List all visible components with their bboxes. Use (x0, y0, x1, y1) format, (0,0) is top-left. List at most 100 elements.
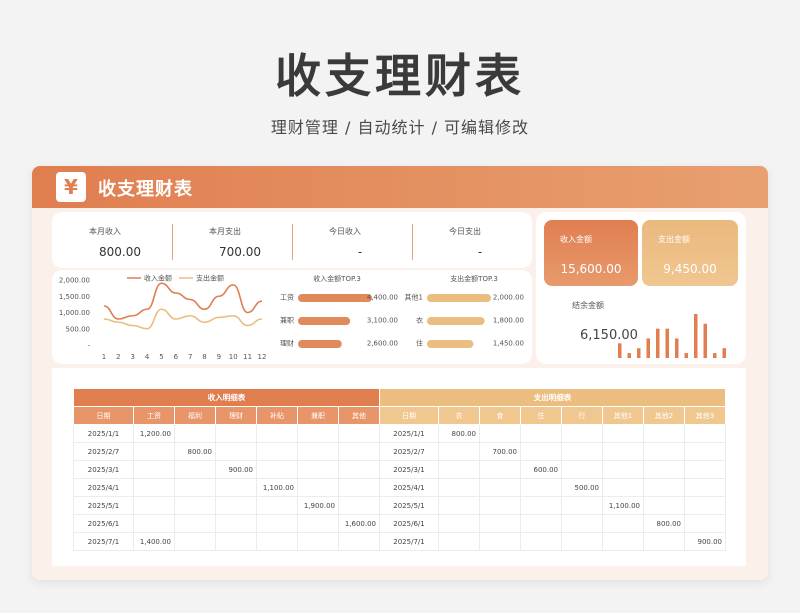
table-cell[interactable]: 2025/1/1 (379, 424, 439, 443)
table-cell[interactable]: 2025/6/1 (73, 514, 134, 533)
table-cell[interactable] (643, 442, 685, 461)
table-cell[interactable] (602, 460, 644, 479)
table-cell[interactable]: 1,200.00 (133, 424, 175, 443)
table-cell[interactable] (602, 442, 644, 461)
table-cell[interactable] (338, 460, 380, 479)
table-cell[interactable]: 600.00 (520, 460, 562, 479)
table-cell[interactable] (297, 514, 339, 533)
table-cell[interactable] (215, 532, 257, 551)
table-cell[interactable] (684, 460, 726, 479)
table-cell[interactable]: 2025/1/1 (73, 424, 134, 443)
table-cell[interactable] (602, 514, 644, 533)
table-cell[interactable] (133, 460, 175, 479)
table-cell[interactable] (684, 496, 726, 515)
table-cell[interactable]: 2025/2/7 (379, 442, 439, 461)
table-cell[interactable] (520, 478, 562, 497)
table-cell[interactable] (438, 478, 480, 497)
table-cell[interactable]: 900.00 (215, 460, 257, 479)
table-cell[interactable] (297, 460, 339, 479)
table-cell[interactable] (643, 496, 685, 515)
table-cell[interactable]: 1,600.00 (338, 514, 380, 533)
table-cell[interactable]: 1,900.00 (297, 496, 339, 515)
table-cell[interactable] (520, 532, 562, 551)
table-cell[interactable] (133, 442, 175, 461)
table-cell[interactable]: 1,100.00 (602, 496, 644, 515)
table-cell[interactable]: 1,100.00 (256, 478, 298, 497)
table-cell[interactable] (338, 442, 380, 461)
table-cell[interactable] (174, 460, 216, 479)
table-cell[interactable] (174, 424, 216, 443)
table-cell[interactable] (684, 514, 726, 533)
table-cell[interactable] (684, 442, 726, 461)
table-cell[interactable] (256, 514, 298, 533)
table-cell[interactable]: 500.00 (561, 478, 603, 497)
table-cell[interactable] (561, 514, 603, 533)
table-cell[interactable] (133, 514, 175, 533)
table-cell[interactable] (479, 496, 521, 515)
table-cell[interactable]: 2025/5/1 (73, 496, 134, 515)
table-cell[interactable] (174, 514, 216, 533)
table-cell[interactable] (561, 424, 603, 443)
table-cell[interactable] (256, 424, 298, 443)
table-cell[interactable] (684, 424, 726, 443)
table-cell[interactable] (438, 442, 480, 461)
table-cell[interactable] (297, 532, 339, 551)
table-cell[interactable] (256, 442, 298, 461)
table-cell[interactable] (561, 532, 603, 551)
table-cell[interactable]: 2025/7/1 (379, 532, 439, 551)
table-cell[interactable]: 2025/5/1 (379, 496, 439, 515)
table-cell[interactable] (643, 532, 685, 551)
table-cell[interactable]: 800.00 (438, 424, 480, 443)
table-cell[interactable]: 2025/7/1 (73, 532, 134, 551)
table-cell[interactable] (215, 496, 257, 515)
table-cell[interactable] (297, 424, 339, 443)
table-cell[interactable] (520, 496, 562, 515)
table-cell[interactable] (133, 478, 175, 497)
table-cell[interactable] (479, 424, 521, 443)
table-cell[interactable]: 800.00 (174, 442, 216, 461)
table-cell[interactable] (684, 478, 726, 497)
table-cell[interactable] (174, 496, 216, 515)
table-cell[interactable]: 2025/3/1 (379, 460, 439, 479)
table-cell[interactable] (438, 460, 480, 479)
table-cell[interactable] (561, 496, 603, 515)
table-cell[interactable] (438, 514, 480, 533)
table-cell[interactable]: 900.00 (684, 532, 726, 551)
table-cell[interactable] (643, 478, 685, 497)
table-cell[interactable] (174, 478, 216, 497)
table-cell[interactable]: 700.00 (479, 442, 521, 461)
table-cell[interactable] (338, 496, 380, 515)
table-cell[interactable] (643, 424, 685, 443)
table-cell[interactable] (256, 460, 298, 479)
table-cell[interactable] (438, 496, 480, 515)
table-cell[interactable] (479, 478, 521, 497)
table-cell[interactable] (602, 424, 644, 443)
table-cell[interactable] (338, 424, 380, 443)
table-cell[interactable] (174, 532, 216, 551)
table-cell[interactable]: 2025/3/1 (73, 460, 134, 479)
table-cell[interactable] (338, 532, 380, 551)
table-cell[interactable] (133, 496, 175, 515)
table-cell[interactable] (520, 514, 562, 533)
table-cell[interactable] (479, 514, 521, 533)
table-cell[interactable] (338, 478, 380, 497)
table-cell[interactable]: 2025/2/7 (73, 442, 134, 461)
table-cell[interactable] (479, 532, 521, 551)
table-cell[interactable] (643, 460, 685, 479)
table-cell[interactable] (602, 478, 644, 497)
table-cell[interactable] (297, 478, 339, 497)
table-cell[interactable]: 2025/4/1 (73, 478, 134, 497)
table-cell[interactable] (438, 532, 480, 551)
table-cell[interactable] (256, 496, 298, 515)
table-cell[interactable] (256, 532, 298, 551)
table-cell[interactable] (520, 424, 562, 443)
table-cell[interactable] (479, 460, 521, 479)
table-cell[interactable] (561, 442, 603, 461)
table-cell[interactable]: 1,400.00 (133, 532, 175, 551)
table-cell[interactable] (215, 424, 257, 443)
table-cell[interactable]: 800.00 (643, 514, 685, 533)
table-cell[interactable]: 2025/4/1 (379, 478, 439, 497)
table-cell[interactable] (215, 514, 257, 533)
table-cell[interactable] (215, 478, 257, 497)
table-cell[interactable] (602, 532, 644, 551)
